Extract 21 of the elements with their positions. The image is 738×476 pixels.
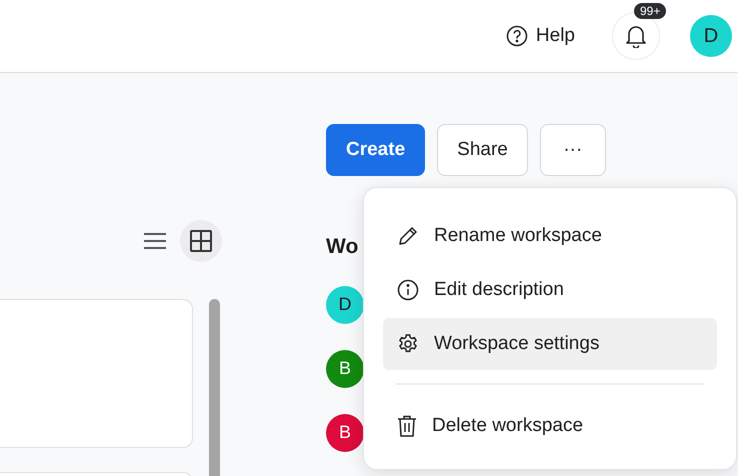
user-avatar[interactable]: D <box>690 15 732 57</box>
bell-icon <box>625 24 647 48</box>
help-icon <box>506 25 528 47</box>
create-button[interactable]: Create <box>326 124 426 176</box>
more-button[interactable]: ··· <box>540 124 606 176</box>
list-icon <box>143 232 167 250</box>
settings-icon <box>397 333 419 355</box>
scrollbar[interactable] <box>209 299 220 476</box>
member-avatar: D <box>326 286 364 324</box>
pencil-icon <box>397 225 419 247</box>
member-avatar: B <box>326 414 364 452</box>
section-heading: Wo <box>326 234 358 260</box>
grid-view-button[interactable] <box>180 220 222 262</box>
member-avatar: B <box>326 350 364 388</box>
info-icon <box>397 279 419 301</box>
notification-badge: 99+ <box>634 3 666 19</box>
share-button[interactable]: Share <box>437 124 528 176</box>
trash-icon <box>397 415 417 437</box>
menu-item[interactable]: Workspace settings <box>383 318 717 370</box>
help-button[interactable]: Help <box>506 22 575 50</box>
grid-icon <box>189 229 213 253</box>
